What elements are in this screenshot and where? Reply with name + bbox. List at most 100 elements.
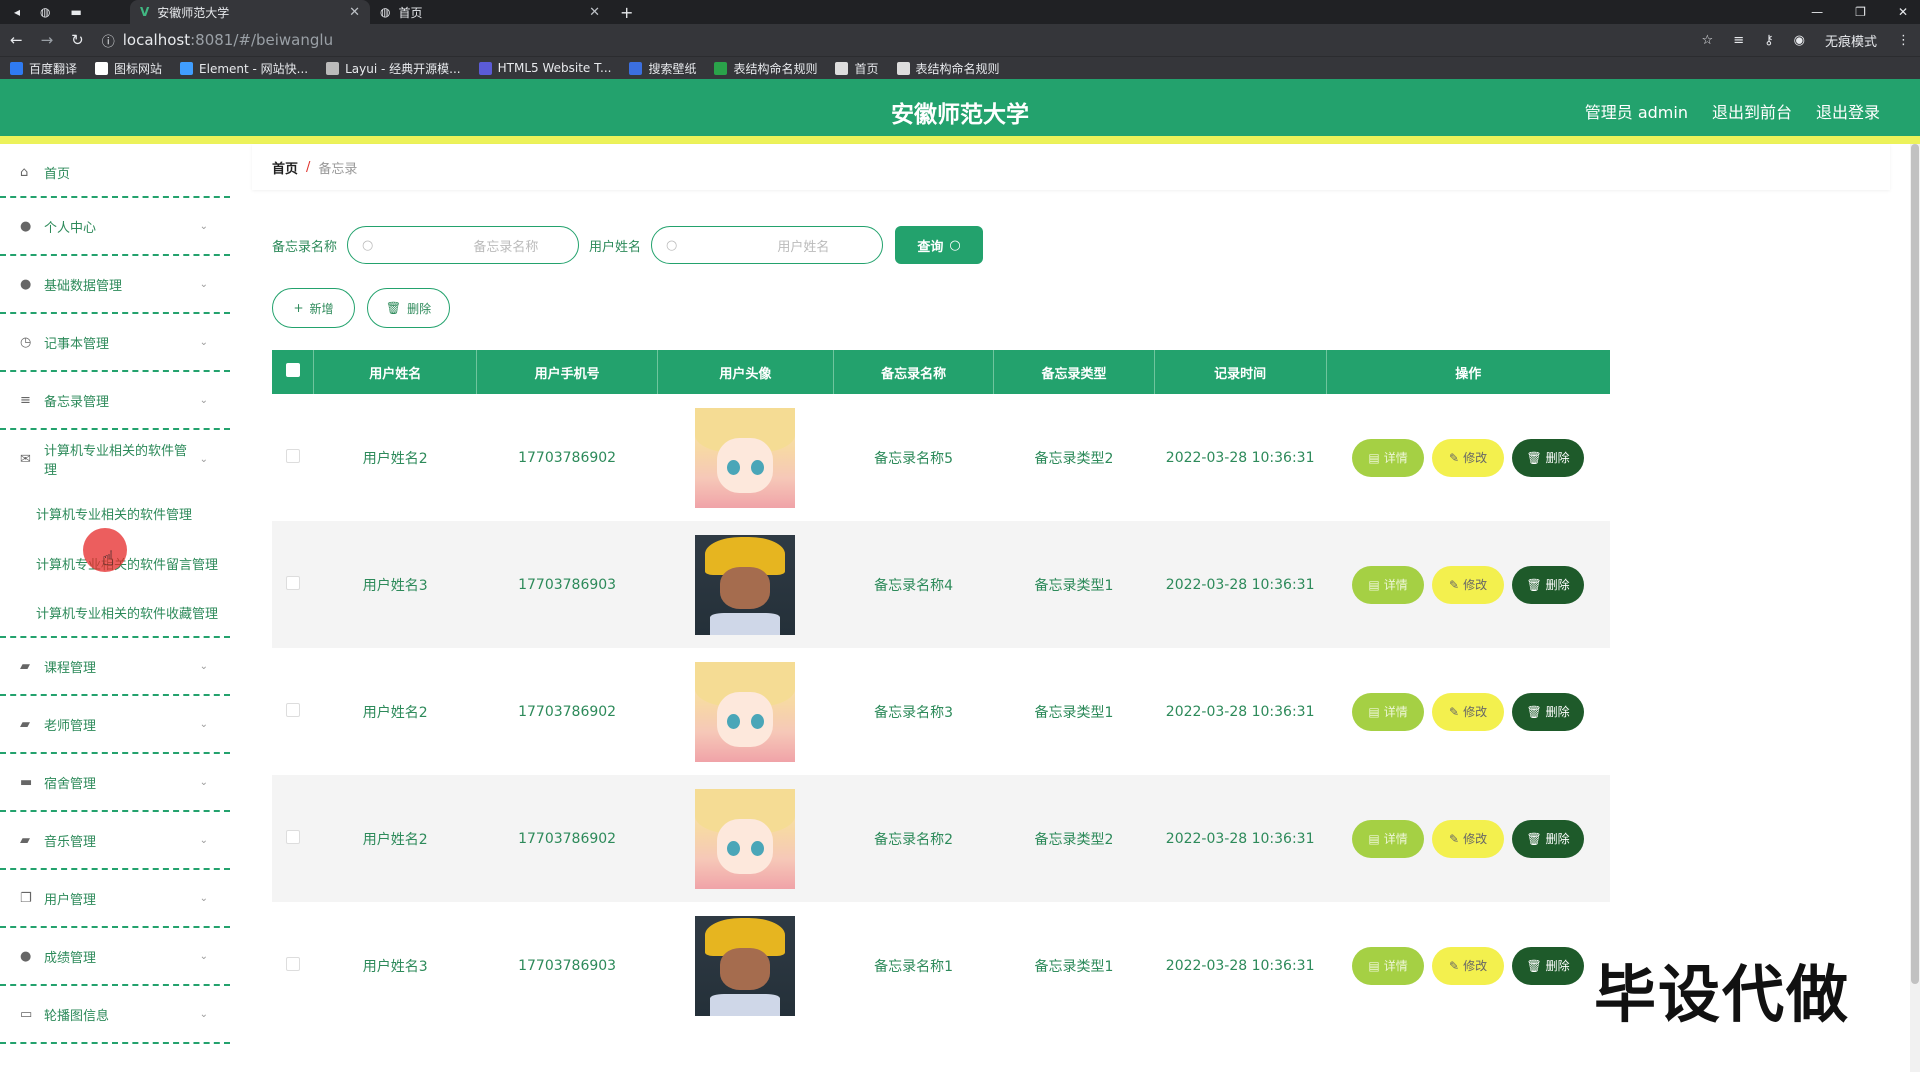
browser-tab-active[interactable]: V 安徽师范大学 ✕ — [130, 0, 370, 24]
user-phone-cell: 17703786903 — [518, 576, 617, 593]
delete-button[interactable]: 🗑︎ 删除 — [1512, 565, 1585, 604]
bookmark-favicon-icon — [896, 61, 910, 75]
sidebar-item[interactable]: ▰ 音乐管理 ⌄ — [0, 812, 230, 870]
edit-button[interactable]: ✎ 修改 — [1432, 819, 1505, 858]
reading-list-icon[interactable]: ≡ — [1733, 33, 1744, 48]
bookmark-item[interactable]: HTML5 Website T... — [478, 61, 611, 75]
row-operations: ▤ 详情 ✎ 修改 🗑︎ 删除 — [1326, 565, 1610, 604]
bookmark-item[interactable]: 百度翻译 — [10, 60, 77, 77]
star-icon[interactable]: ☆ — [1702, 33, 1714, 48]
page-scrollbar[interactable] — [1910, 144, 1920, 1072]
sidebar-item-label: 宿舍管理 — [44, 776, 97, 792]
close-tab-icon[interactable]: ✕ — [589, 5, 600, 20]
breadcrumb: 首页 / 备忘录 — [252, 144, 1890, 190]
avatar-cell — [657, 521, 833, 648]
edit-button[interactable]: ✎ 修改 — [1432, 565, 1505, 604]
row-checkbox[interactable] — [285, 702, 300, 717]
bookmark-item[interactable]: 图标网站 — [95, 60, 162, 77]
edit-button[interactable]: ✎ 修改 — [1432, 692, 1505, 731]
detail-button[interactable]: ▤ 详情 — [1352, 946, 1425, 985]
scrollbar-thumb[interactable] — [1911, 144, 1919, 984]
close-tab-icon[interactable]: ✕ — [349, 5, 360, 20]
bookmark-item[interactable]: Layui - 经典开源模... — [326, 60, 461, 77]
doc-icon: ▤ — [1368, 831, 1380, 846]
speaker-icon[interactable]: ◂ — [14, 5, 20, 19]
sidebar-item[interactable]: ▰ 老师管理 ⌄ — [0, 696, 230, 754]
key-icon[interactable]: ⚷ — [1764, 33, 1774, 48]
sidebar-item[interactable]: ❐ 用户管理 ⌄ — [0, 870, 230, 928]
detail-button[interactable]: ▤ 详情 — [1352, 692, 1425, 731]
globe-icon[interactable]: ◍ — [40, 5, 50, 19]
delete-button[interactable]: 🗑︎ 删除 — [1512, 438, 1585, 477]
browser-tab[interactable]: ◍ 首页 ✕ — [370, 0, 610, 24]
sidebar-item[interactable]: ● 基础数据管理 ⌄ — [0, 256, 230, 314]
close-window-icon[interactable]: ✕ — [1898, 5, 1908, 19]
select-all-cell — [272, 350, 315, 394]
url-field[interactable]: ⓘ localhost:8081/#/beiwanglu — [102, 31, 1684, 50]
sidebar-item[interactable]: ✉ 计算机专业相关的软件管理 ⌄ — [0, 430, 230, 488]
operations-cell: ▤ 详情 ✎ 修改 🗑︎ 删除 — [1326, 648, 1610, 775]
edit-button[interactable]: ✎ 修改 — [1432, 438, 1505, 477]
admin-label: 管理员 admin — [1584, 103, 1688, 122]
detail-button[interactable]: ▤ 详情 — [1352, 819, 1425, 858]
menu-icon[interactable]: ⋮ — [1897, 33, 1910, 48]
trash-icon: 🗑︎ — [1526, 958, 1542, 973]
memo-name-cell: 备忘录名称3 — [874, 704, 954, 721]
bookmark-label: 表结构命名规则 — [915, 61, 1000, 76]
query-button[interactable]: 查询 ○ — [895, 226, 984, 264]
reload-icon[interactable]: ↻ — [71, 31, 84, 49]
memo-name-input[interactable]: ○ 备忘录名称 — [347, 226, 580, 264]
delete-button[interactable]: 🗑︎ 删除 — [1512, 819, 1585, 858]
user-name-input[interactable]: ○ 用户姓名 — [651, 226, 884, 264]
sidebar-item[interactable]: ● 成绩管理 ⌄ — [0, 928, 230, 986]
edit-button[interactable]: ✎ 修改 — [1432, 946, 1505, 985]
sidebar-item[interactable]: ≡ 备忘录管理 ⌄ — [0, 372, 230, 430]
trash-icon: 🗑︎ — [1526, 831, 1542, 846]
info-icon[interactable]: ⓘ — [102, 31, 115, 50]
select-all-checkbox[interactable] — [285, 363, 300, 377]
add-button[interactable]: + 新增 — [272, 288, 355, 328]
batch-delete-button[interactable]: 🗑︎ 删除 — [367, 288, 450, 328]
bookmark-item[interactable]: 搜索壁纸 — [629, 60, 696, 77]
bookmark-label: 首页 — [854, 61, 879, 76]
sidebar-item[interactable]: ● 个人中心 ⌄ — [0, 198, 230, 256]
row-checkbox[interactable] — [285, 956, 300, 971]
sidebar-item[interactable]: ▭ 轮播图信息 ⌄ — [0, 986, 230, 1044]
detail-button[interactable]: ▤ 详情 — [1352, 438, 1425, 477]
window-icon[interactable]: ▬ — [71, 5, 82, 19]
sidebar-item[interactable]: ▬ 宿舍管理 ⌄ — [0, 754, 230, 812]
row-operations: ▤ 详情 ✎ 修改 🗑︎ 删除 — [1326, 819, 1610, 858]
avatar-eye — [751, 713, 765, 729]
logout-link[interactable]: 退出登录 — [1816, 99, 1880, 123]
sidebar-item[interactable]: ▰ 课程管理 ⌄ — [0, 638, 230, 696]
sidebar-item[interactable]: ⌂ 首页 — [0, 148, 230, 198]
row-operations: ▤ 详情 ✎ 修改 🗑︎ 删除 — [1326, 946, 1610, 985]
row-checkbox[interactable] — [285, 448, 300, 463]
sidebar-item-label: 基础数据管理 — [44, 278, 123, 294]
breadcrumb-home[interactable]: 首页 — [272, 158, 298, 177]
back-to-front-link[interactable]: 退出到前台 — [1712, 99, 1792, 123]
detail-button[interactable]: ▤ 详情 — [1352, 565, 1425, 604]
delete-button[interactable]: 🗑︎ 删除 — [1512, 946, 1585, 985]
forward-icon[interactable]: → — [41, 31, 54, 49]
image-icon: ▭ — [20, 1006, 33, 1022]
bookmark-item[interactable]: 表结构命名规则 — [896, 60, 1000, 77]
new-tab-button[interactable]: + — [610, 3, 643, 22]
clock-icon: ◷ — [20, 334, 32, 350]
bookmark-favicon-icon — [326, 61, 340, 75]
sidebar-subitem[interactable]: 计算机专业相关的软件收藏管理 — [0, 588, 230, 638]
bookmark-item[interactable]: 首页 — [835, 60, 879, 77]
bookmark-item[interactable]: 表结构命名规则 — [714, 60, 817, 77]
column-header: 操作 — [1455, 366, 1482, 382]
row-checkbox[interactable] — [285, 829, 300, 844]
search-icon: ○ — [362, 237, 374, 253]
incognito-icon[interactable]: ◉ — [1794, 33, 1805, 48]
sidebar-item[interactable]: ◷ 记事本管理 ⌄ — [0, 314, 230, 372]
maximize-icon[interactable]: ❐ — [1855, 5, 1866, 19]
row-checkbox[interactable] — [285, 575, 300, 590]
minimize-icon[interactable]: — — [1811, 5, 1823, 19]
bookmark-item[interactable]: Element - 网站快... — [180, 60, 308, 77]
row-select-cell — [272, 521, 314, 648]
delete-button[interactable]: 🗑︎ 删除 — [1512, 692, 1585, 731]
back-icon[interactable]: ← — [10, 31, 23, 49]
